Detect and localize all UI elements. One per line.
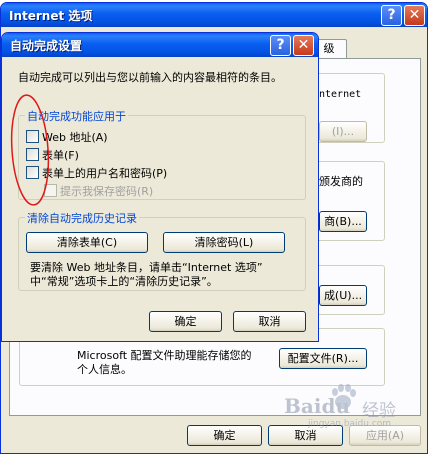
web-address-checkbox[interactable] [26, 130, 39, 143]
usernames-passwords-checkbox[interactable] [26, 166, 39, 179]
help-icon[interactable]: ? [381, 5, 402, 26]
clear-note-line-2: 中“常规”选项卡上的“清除历史记录”。 [30, 275, 218, 288]
help-icon[interactable]: ? [270, 35, 291, 56]
ok-button[interactable]: 确定 [187, 425, 262, 446]
internet-options-titlebar: Internet 选项 ? ✕ [1, 3, 427, 27]
internet-options-title: Internet 选项 [9, 9, 93, 23]
prompt-save-password-checkbox[interactable] [44, 184, 57, 197]
autocomplete-apply-title: 自动完成功能应用于 [25, 108, 128, 124]
clear-forms-button[interactable]: 清除表单(C) [26, 232, 148, 253]
tab-advanced-label: 级 [323, 42, 335, 55]
publishers-button[interactable]: 商(B)... [319, 211, 367, 232]
watermark-text: 经验 [362, 401, 396, 421]
web-address-label[interactable]: Web 地址(A) [42, 129, 108, 145]
publishers-text: 颁发商的 [319, 175, 363, 188]
autocomplete-button[interactable]: 成(U)... [319, 285, 367, 306]
autocomplete-titlebar: 自动完成设置 ? ✕ [2, 33, 318, 57]
dialog-cancel-button[interactable]: 取消 [233, 311, 306, 332]
watermark-url: jingyan.baidu.com [308, 419, 392, 429]
autocomplete-title: 自动完成设置 [10, 39, 83, 53]
usernames-passwords-label[interactable]: 表单上的用户名和密码(P) [42, 165, 167, 181]
dialog-description: 自动完成可以列出与您以前输入的内容最相符的条目。 [18, 71, 282, 84]
close-icon[interactable]: ✕ [293, 35, 314, 56]
clear-passwords-button[interactable]: 清除密码(L) [163, 232, 285, 253]
content-advisor-button[interactable]: (I)... [319, 121, 367, 142]
prompt-save-password-label: 提示我保存密码(R) [60, 185, 154, 198]
clear-history-title: 清除自动完成历史记录 [25, 210, 139, 226]
profile-text-2: 个人信息。 [77, 363, 132, 376]
profile-button[interactable]: 配置文件(R)... [279, 348, 367, 369]
internet-text: nternet [319, 89, 362, 100]
watermark-brand: Baidu [284, 394, 350, 418]
dialog-ok-button[interactable]: 确定 [149, 311, 222, 332]
forms-label[interactable]: 表单(F) [42, 147, 79, 163]
close-icon[interactable]: ✕ [404, 5, 425, 26]
baidu-watermark: Baidu 经验 jingyan.baidu.com [284, 382, 414, 430]
autocomplete-dialog: 自动完成设置 ? ✕ 自动完成可以列出与您以前输入的内容最相符的条目。 自动完成… [1, 32, 319, 342]
forms-checkbox[interactable] [26, 148, 39, 161]
